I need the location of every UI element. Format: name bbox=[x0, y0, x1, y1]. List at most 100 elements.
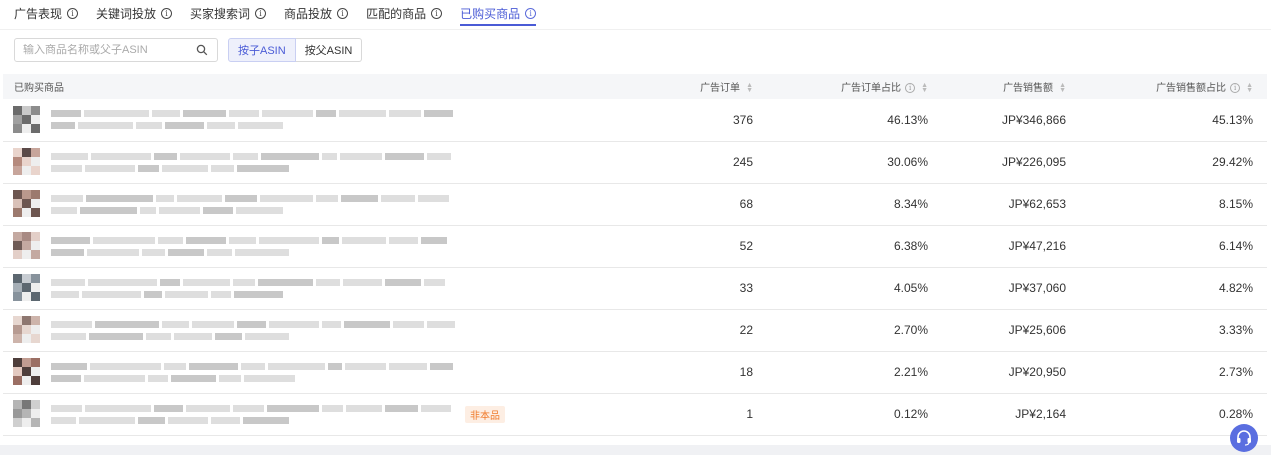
product-thumbnail[interactable] bbox=[13, 274, 41, 302]
cell-product bbox=[3, 225, 663, 267]
cell-orders: 68 bbox=[739, 197, 753, 211]
cell-order-share: 46.13% bbox=[887, 112, 928, 127]
product-thumbnail[interactable] bbox=[13, 148, 41, 176]
product-name-obscured[interactable] bbox=[51, 320, 455, 340]
product-info bbox=[13, 358, 649, 386]
info-icon[interactable]: i bbox=[905, 83, 916, 94]
product-info bbox=[13, 105, 649, 134]
table-row: 52 6.38% JP¥47,216 6.14% bbox=[3, 225, 1267, 267]
tab-label: 关键词投放 bbox=[96, 6, 157, 21]
product-name-obscured[interactable] bbox=[51, 404, 451, 424]
cell-sales-share: 4.82% bbox=[1218, 281, 1253, 295]
cell-sales: JP¥2,164 bbox=[1015, 407, 1066, 421]
table-row: 245 30.06% JP¥226,095 29.42% bbox=[3, 141, 1267, 183]
col-header-product: 已购买商品 bbox=[14, 83, 64, 94]
sort-icon[interactable]: ▲ ▼ bbox=[746, 82, 753, 94]
product-info bbox=[13, 232, 649, 260]
tab-5[interactable]: 已购买商品 i bbox=[460, 0, 537, 26]
cell-order-share: 2.21% bbox=[893, 365, 928, 379]
cell-sales-share: 29.42% bbox=[1212, 155, 1253, 169]
by-parent-asin-button[interactable]: 按父ASIN bbox=[295, 38, 363, 62]
cell-orders: 18 bbox=[739, 365, 753, 379]
customer-service-button[interactable] bbox=[1230, 424, 1258, 452]
tab-label: 已购买商品 bbox=[460, 6, 521, 21]
cell-product bbox=[3, 183, 663, 225]
tab-4[interactable]: 匹配的商品 i bbox=[366, 0, 443, 26]
product-info: 非本品 bbox=[13, 400, 649, 428]
tab-1[interactable]: 关键词投放 i bbox=[96, 0, 173, 26]
sort-icon[interactable]: ▲ ▼ bbox=[1059, 82, 1066, 94]
table-header-row: 已购买商品 广告订单 ▲ ▼ 广告订单占比 i ▲ ▼ 广告销售额 ▲ ▼ 广告销售额占比 i ▲… bbox=[3, 74, 1267, 99]
info-icon[interactable]: i bbox=[255, 7, 267, 19]
cell-sales-share: 8.15% bbox=[1218, 197, 1253, 211]
info-icon[interactable]: i bbox=[431, 7, 443, 19]
product-name-obscured[interactable] bbox=[51, 194, 449, 214]
cell-sales: JP¥346,866 bbox=[1001, 112, 1066, 127]
product-thumbnail[interactable] bbox=[13, 358, 41, 386]
tab-2[interactable]: 买家搜索词 i bbox=[190, 0, 267, 26]
cell-orders: 245 bbox=[732, 155, 753, 169]
table-row: 376 46.13% JP¥346,866 45.13% bbox=[3, 99, 1267, 141]
cell-order-share: 30.06% bbox=[887, 155, 928, 169]
cell-product bbox=[3, 141, 663, 183]
cell-order-share: 2.70% bbox=[893, 323, 928, 337]
cell-orders: 376 bbox=[732, 112, 753, 127]
cell-sales: JP¥25,606 bbox=[1008, 323, 1066, 337]
info-icon[interactable]: i bbox=[525, 7, 537, 19]
cell-sales: JP¥226,095 bbox=[1001, 155, 1066, 169]
cell-orders: 22 bbox=[739, 323, 753, 337]
sort-icon[interactable]: ▲ ▼ bbox=[1246, 82, 1253, 94]
tab-0[interactable]: 广告表现 i bbox=[14, 0, 79, 26]
product-name-obscured[interactable] bbox=[51, 152, 451, 172]
cell-orders: 52 bbox=[739, 239, 753, 253]
product-thumbnail[interactable] bbox=[13, 105, 41, 134]
cell-sales: JP¥20,950 bbox=[1008, 365, 1066, 379]
cell-sales: JP¥62,653 bbox=[1008, 197, 1066, 211]
customer-service-icon bbox=[1237, 430, 1251, 446]
purchased-products-panel: 广告表现 i 关键词投放 i 买家搜索词 i 商品投放 i 匹配的商品 i 已购买商品 i 按子ASI… bbox=[0, 0, 1271, 452]
col-header-orders[interactable]: 广告订单 ▲ ▼ bbox=[663, 74, 767, 99]
search-input[interactable] bbox=[23, 44, 195, 56]
product-name-obscured[interactable] bbox=[51, 110, 453, 130]
by-child-asin-button[interactable]: 按子ASIN bbox=[228, 38, 296, 62]
product-thumbnail[interactable] bbox=[13, 400, 41, 428]
product-name-obscured[interactable] bbox=[51, 362, 453, 382]
sort-icon[interactable]: ▲ ▼ bbox=[921, 82, 928, 94]
tab-3[interactable]: 商品投放 i bbox=[284, 0, 349, 26]
product-thumbnail[interactable] bbox=[13, 232, 41, 260]
cell-sales: JP¥47,216 bbox=[1008, 239, 1066, 253]
search-icon[interactable] bbox=[195, 43, 209, 57]
table-row: 非本品 1 0.12% JP¥2,164 0.28% bbox=[3, 393, 1267, 435]
product-info bbox=[13, 316, 649, 344]
product-name-obscured[interactable] bbox=[51, 278, 445, 298]
cell-sales-share: 3.33% bbox=[1218, 323, 1253, 337]
cell-sales-share: 45.13% bbox=[1212, 112, 1253, 127]
cell-sales: JP¥37,060 bbox=[1008, 281, 1066, 295]
product-thumbnail[interactable] bbox=[13, 316, 41, 344]
product-info bbox=[13, 148, 649, 176]
report-tabs: 广告表现 i 关键词投放 i 买家搜索词 i 商品投放 i 匹配的商品 i 已购买商品 i bbox=[0, 0, 1271, 30]
cell-product bbox=[3, 351, 663, 393]
search-box bbox=[14, 38, 218, 62]
info-icon[interactable]: i bbox=[337, 7, 349, 19]
toolbar: 按子ASIN 按父ASIN bbox=[14, 38, 363, 62]
info-icon[interactable]: i bbox=[67, 7, 79, 19]
col-header-order-share[interactable]: 广告订单占比 i ▲ ▼ bbox=[767, 74, 942, 99]
purchased-products-table: 已购买商品 广告订单 ▲ ▼ 广告订单占比 i ▲ ▼ 广告销售额 ▲ ▼ 广告销售额占比 i ▲… bbox=[3, 74, 1267, 436]
col-header-sales-share[interactable]: 广告销售额占比 i ▲ ▼ bbox=[1080, 74, 1267, 99]
cell-orders: 1 bbox=[746, 407, 753, 421]
product-thumbnail[interactable] bbox=[13, 190, 41, 218]
tab-label: 广告表现 bbox=[14, 6, 63, 21]
tab-label: 买家搜索词 bbox=[190, 6, 251, 21]
col-header-sales[interactable]: 广告销售额 ▲ ▼ bbox=[942, 74, 1080, 99]
cell-product: 非本品 bbox=[3, 393, 663, 435]
table-row: 33 4.05% JP¥37,060 4.82% bbox=[3, 267, 1267, 309]
product-info bbox=[13, 190, 649, 218]
cell-product bbox=[3, 309, 663, 351]
product-name-obscured[interactable] bbox=[51, 236, 447, 256]
info-icon[interactable]: i bbox=[161, 7, 173, 19]
product-info bbox=[13, 274, 649, 302]
cell-order-share: 6.38% bbox=[893, 239, 928, 253]
table-row: 18 2.21% JP¥20,950 2.73% bbox=[3, 351, 1267, 393]
info-icon[interactable]: i bbox=[1230, 83, 1241, 94]
